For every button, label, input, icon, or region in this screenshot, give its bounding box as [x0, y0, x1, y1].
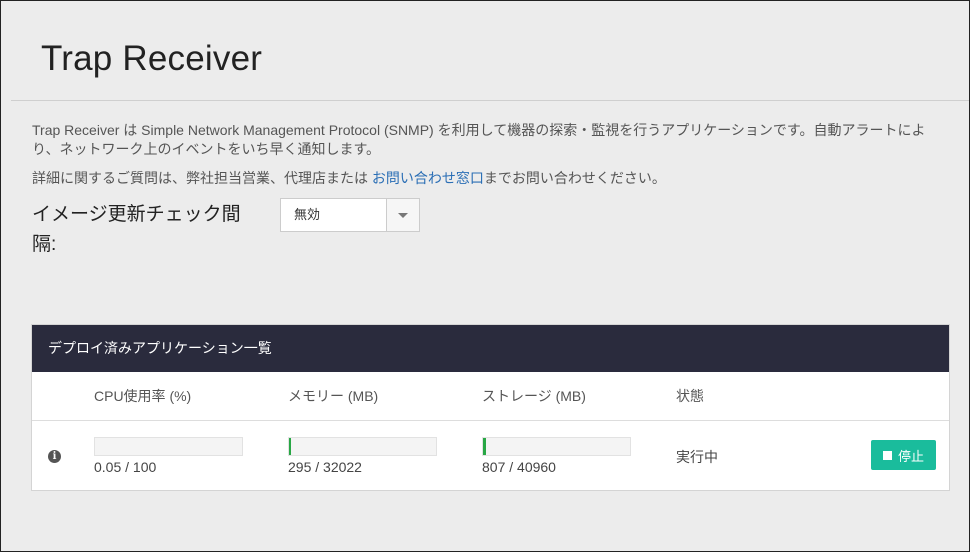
chevron-down-icon: [398, 212, 408, 218]
image-check-interval-select[interactable]: 無効: [280, 198, 420, 232]
page-title: Trap Receiver: [41, 39, 263, 78]
title-divider: [11, 100, 969, 101]
stop-icon: [882, 450, 892, 460]
column-header-storage: ストレージ (MB): [482, 388, 586, 404]
page-description: Trap Receiver は Simple Network Managemen…: [32, 122, 926, 157]
stop-button-label: 停止: [897, 448, 924, 464]
stop-button[interactable]: 停止: [871, 440, 936, 470]
contact-text: 詳細に関するご質問は、弊社担当営業、代理店または お問い合わせ窓口までお問い合わ…: [32, 169, 666, 188]
storage-usage-text: 807 / 40960: [482, 459, 556, 475]
cpu-usage-bar: [94, 437, 243, 456]
info-icon[interactable]: i: [48, 450, 61, 463]
select-value: 無効: [294, 207, 321, 222]
status-text: 実行中: [676, 449, 718, 465]
contact-prefix: 詳細に関するご質問は、弊社担当営業、代理店または: [32, 170, 372, 186]
memory-usage-fill: [289, 438, 292, 455]
column-header-memory: メモリー (MB): [288, 388, 379, 404]
contact-suffix: までお問い合わせください。: [483, 170, 666, 186]
panel-title: デプロイ済みアプリケーション一覧: [32, 325, 949, 372]
row-divider: [32, 420, 949, 421]
image-check-interval-label: イメージ更新チェック間隔:: [32, 204, 241, 255]
app-window: Trap Receiver Trap Receiver は Simple Net…: [0, 0, 970, 552]
deployed-apps-panel: デプロイ済みアプリケーション一覧 CPU使用率 (%) メモリー (MB) スト…: [31, 324, 950, 491]
contact-link[interactable]: お問い合わせ窓口: [372, 170, 484, 186]
column-header-status: 状態: [676, 388, 704, 404]
storage-usage-bar: [482, 437, 631, 456]
storage-usage-fill: [483, 438, 486, 455]
select-toggle[interactable]: [386, 199, 419, 231]
memory-usage-bar: [288, 437, 437, 456]
cpu-usage-text: 0.05 / 100: [94, 459, 157, 475]
memory-usage-text: 295 / 32022: [288, 459, 362, 475]
column-header-cpu: CPU使用率 (%): [94, 388, 192, 404]
